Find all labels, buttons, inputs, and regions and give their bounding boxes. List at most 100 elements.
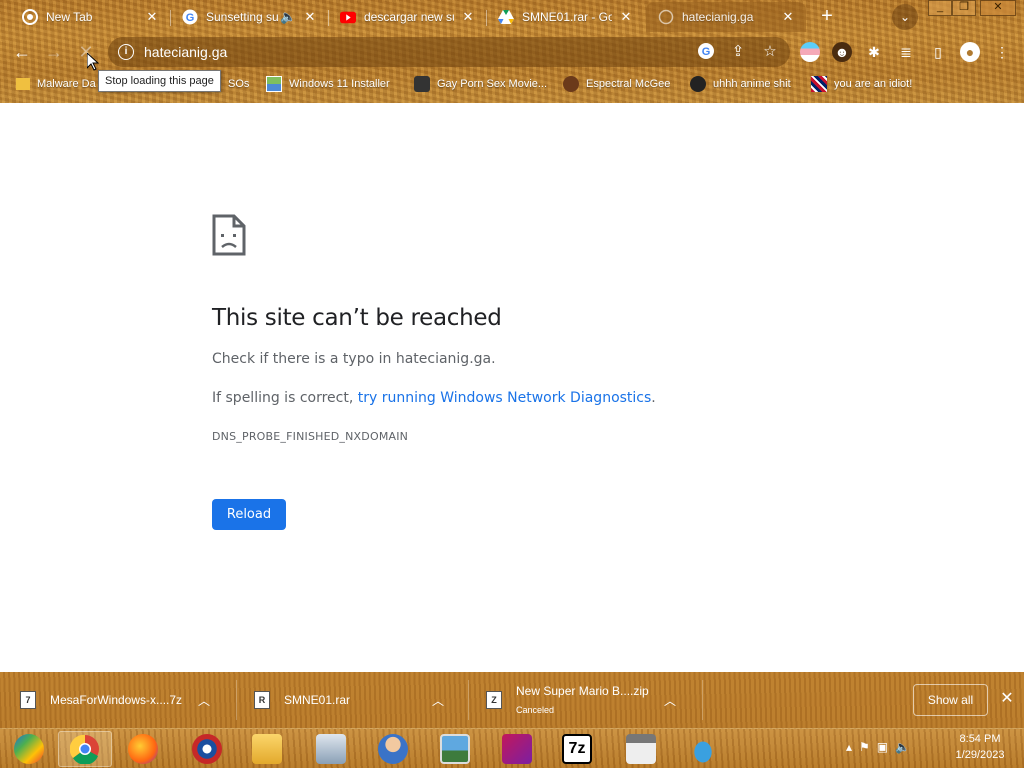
download-separator	[468, 680, 469, 720]
download-shelf: 7 MesaForWindows-x....7z ︿ R SMNE01.rar …	[0, 672, 1024, 728]
tab-title: hatecianig.ga	[682, 10, 754, 24]
google-icon: G	[182, 9, 198, 25]
side-panel-icon[interactable]: ▯	[928, 42, 948, 62]
image-viewer-icon	[440, 734, 470, 764]
tab-smne01[interactable]: SMNE01.rar - Goo ✕	[486, 2, 644, 32]
chevron-up-icon[interactable]: ︿	[198, 692, 210, 709]
error-message-diagnostics: If spelling is correct, try running Wind…	[212, 390, 656, 406]
google-drive-icon	[498, 9, 514, 25]
bookmark-icon	[690, 76, 706, 92]
tab-title: descargar new sup	[364, 10, 454, 24]
tab-sunsetting[interactable]: G Sunsetting su 🔈 ✕	[170, 2, 329, 32]
tab-descargar[interactable]: descargar new sup ✕	[328, 2, 487, 32]
bookmark-idiot[interactable]: you are an idiot!	[811, 72, 912, 96]
new-tab-button[interactable]: +	[816, 6, 838, 28]
bookmark-malware[interactable]: Malware Da	[16, 72, 96, 96]
show-hidden-icons-icon[interactable]: ▴	[846, 740, 852, 754]
taskbar-chrome[interactable]	[58, 731, 112, 767]
audio-playing-icon[interactable]: 🔈	[280, 9, 296, 25]
minimize-button[interactable]: _	[928, 0, 952, 16]
trans-flag-extension-icon[interactable]	[800, 42, 820, 62]
download-item-mesa[interactable]: 7 MesaForWindows-x....7z ︿	[20, 680, 210, 720]
flag-icon	[811, 76, 827, 92]
download-name: MesaForWindows-x....7z	[50, 693, 183, 707]
bookmark-label: uhhh anime shit	[713, 78, 791, 90]
firefox-icon	[128, 734, 158, 764]
svg-text:G: G	[702, 46, 711, 58]
download-separator	[702, 680, 703, 720]
tab-strip: New Tab ✕ G Sunsetting su 🔈 ✕ descargar …	[0, 0, 1024, 34]
taskbar-app-calendar[interactable]	[614, 731, 668, 767]
network-icon[interactable]: ▣	[877, 740, 888, 754]
bookmark-label: Espectral McGee	[586, 78, 671, 90]
svg-text:G: G	[186, 12, 195, 24]
taskbar-app-image[interactable]	[428, 731, 482, 767]
taskbar-app-circle[interactable]	[180, 731, 234, 767]
taskbar-7zip[interactable]: 7z	[550, 731, 604, 767]
download-item-mario[interactable]: Z New Super Mario B....zip Canceled ︿	[486, 680, 676, 720]
clock-time: 8:54 PM	[959, 733, 1001, 745]
error-title: This site can’t be reached	[212, 305, 502, 331]
reading-list-icon[interactable]: ≣	[896, 42, 916, 62]
tab-new-tab[interactable]: New Tab ✕	[10, 2, 171, 32]
taskbar-app-person[interactable]	[366, 731, 420, 767]
bookmark-isos[interactable]: SOs	[228, 72, 249, 96]
bookmark-movie[interactable]: Gay Porn Sex Movie...	[414, 72, 547, 96]
page-content: This site can’t be reached Check if ther…	[0, 103, 1024, 672]
menu-kebab-icon[interactable]: ⋮	[992, 42, 1012, 62]
action-center-flag-icon[interactable]: ⚑	[859, 740, 870, 754]
avatar-extension-icon[interactable]: ☻	[832, 42, 852, 62]
start-button[interactable]	[2, 731, 56, 767]
restore-button[interactable]: ❐	[952, 0, 976, 16]
zip-file-icon: Z	[486, 691, 502, 709]
close-tab-icon[interactable]: ✕	[618, 9, 634, 25]
extensions-puzzle-icon[interactable]: ✱	[864, 42, 884, 62]
bookmark-icon	[414, 76, 430, 92]
tab-search-button[interactable]: ⌄	[892, 4, 918, 30]
close-tab-icon[interactable]: ✕	[302, 9, 318, 25]
back-button[interactable]: ←	[10, 40, 34, 64]
google-lens-icon[interactable]: G	[696, 42, 716, 62]
volume-icon[interactable]: 🔈	[895, 740, 910, 754]
dolphin-icon	[688, 734, 718, 764]
toolbar: ← → ✕ i hatecianig.ga G ⇪ ☆ ☻ ✱ ≣ ▯ ● ⋮	[0, 36, 1024, 68]
tab-title: SMNE01.rar - Goo	[522, 10, 612, 24]
globe-icon	[658, 9, 674, 25]
tab-hatecianig[interactable]: hatecianig.ga ✕	[646, 2, 806, 32]
mouse-cursor-icon	[87, 53, 99, 71]
bookmark-anime[interactable]: uhhh anime shit	[690, 72, 791, 96]
reload-button[interactable]: Reload	[212, 499, 286, 530]
bookmark-label: SOs	[228, 78, 250, 90]
close-tab-icon[interactable]: ✕	[144, 9, 160, 25]
circle-logo-icon	[192, 734, 222, 764]
bookmark-star-icon[interactable]: ☆	[760, 42, 780, 62]
youtube-icon	[340, 9, 356, 25]
address-bar[interactable]: i hatecianig.ga G ⇪ ☆	[108, 37, 790, 67]
bookmark-label: you are an idiot!	[834, 78, 913, 90]
window-close-button[interactable]: ✕	[980, 0, 1016, 16]
show-all-downloads-button[interactable]: Show all	[913, 684, 988, 716]
chevron-up-icon[interactable]: ︿	[432, 692, 444, 709]
taskbar-app-monitor[interactable]	[304, 731, 358, 767]
taskbar-app-media[interactable]	[490, 731, 544, 767]
calendar-icon	[626, 734, 656, 764]
download-item-smne01[interactable]: R SMNE01.rar ︿	[254, 680, 444, 720]
close-tab-icon[interactable]: ✕	[460, 9, 476, 25]
site-info-icon[interactable]: i	[118, 44, 134, 60]
7zip-icon: 7z	[562, 734, 592, 764]
share-icon[interactable]: ⇪	[728, 42, 748, 62]
taskbar-firefox[interactable]	[116, 731, 170, 767]
taskbar-dolphin[interactable]	[676, 731, 730, 767]
bookmark-espectral[interactable]: Espectral McGee	[563, 72, 670, 96]
diagnostics-prefix: If spelling is correct,	[212, 390, 358, 406]
profile-avatar-icon[interactable]: ●	[960, 42, 980, 62]
taskbar-explorer[interactable]	[240, 731, 294, 767]
close-tab-icon[interactable]: ✕	[780, 9, 796, 25]
chrome-icon	[22, 9, 38, 25]
chevron-up-icon[interactable]: ︿	[664, 692, 676, 709]
bookmark-windows-11[interactable]: Windows 11 Installer	[266, 72, 390, 96]
forward-button[interactable]: →	[42, 40, 66, 64]
close-download-shelf-icon[interactable]: ✕	[998, 690, 1016, 708]
network-diagnostics-link[interactable]: try running Windows Network Diagnostics	[358, 390, 652, 406]
system-clock[interactable]: 8:54 PM 1/29/2023	[940, 731, 1020, 763]
